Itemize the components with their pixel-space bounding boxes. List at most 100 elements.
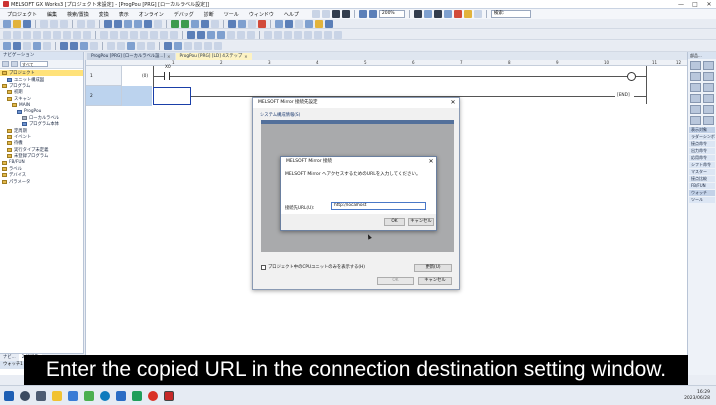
toolbar-icon[interactable] <box>197 30 205 39</box>
toolbar-icon[interactable] <box>154 19 162 28</box>
toolbar-icon[interactable] <box>204 42 212 50</box>
ladder-part-icon[interactable] <box>703 61 714 70</box>
falling-pulse-icon[interactable] <box>110 30 118 39</box>
toolbar-icon[interactable] <box>324 30 332 39</box>
close-tab-icon[interactable]: ✕ <box>167 53 170 60</box>
toolbar-icon[interactable] <box>315 19 323 28</box>
parts-category-item[interactable]: ツール <box>689 196 715 204</box>
parts-category-item[interactable]: 接点命令 <box>689 140 715 148</box>
toolbar-icon[interactable] <box>423 10 432 18</box>
toolbar-icon[interactable] <box>433 10 442 18</box>
undo-icon[interactable] <box>77 19 85 28</box>
update-button[interactable]: 更新(U) <box>414 264 452 272</box>
inner-ok-button[interactable]: OK <box>384 218 405 226</box>
task-view-icon[interactable] <box>36 390 46 401</box>
start-icon[interactable] <box>4 390 14 401</box>
parallel-closed-contact-icon[interactable] <box>33 30 41 39</box>
parts-category-item[interactable]: 応用命令 <box>689 154 715 162</box>
toolbar-icon[interactable] <box>473 10 482 18</box>
menu-find-replace[interactable]: 検索/置換 <box>62 11 94 18</box>
toolbar-icon[interactable] <box>120 30 128 39</box>
nav-filter-icon[interactable] <box>11 61 18 67</box>
toolbar-icon[interactable] <box>124 19 132 28</box>
toolbar-icon[interactable] <box>443 10 452 18</box>
toolbar-icon[interactable] <box>217 30 225 39</box>
ladder-part-icon[interactable] <box>703 72 714 81</box>
outer-ok-button[interactable]: OK <box>377 277 414 285</box>
toolbar-icon[interactable] <box>304 30 312 39</box>
app-icon[interactable] <box>132 390 142 401</box>
toolbar-icon[interactable] <box>274 30 282 39</box>
vertical-line-icon[interactable] <box>73 30 81 39</box>
maximize-button[interactable]: □ <box>688 0 702 9</box>
ladder-part-icon[interactable] <box>690 105 701 114</box>
toolbar-icon[interactable] <box>43 42 51 50</box>
close-tab-icon[interactable]: ✕ <box>244 53 247 60</box>
toolbar-icon[interactable] <box>174 42 182 50</box>
copy-icon[interactable] <box>50 19 58 28</box>
toolbar-icon[interactable] <box>23 42 31 50</box>
open-contact-icon[interactable] <box>3 30 11 39</box>
menu-diagnostics[interactable]: 診断 <box>199 11 219 18</box>
browser-icon[interactable] <box>100 390 110 401</box>
parts-category-item[interactable]: ウォッチ <box>689 189 715 197</box>
coil-icon[interactable] <box>43 30 51 39</box>
toolbar-icon[interactable] <box>160 30 168 39</box>
app-icon[interactable] <box>84 390 94 401</box>
menu-view[interactable]: 表示 <box>114 11 134 18</box>
mail-icon[interactable] <box>116 390 126 401</box>
toolbar-icon[interactable] <box>314 30 322 39</box>
toolbar-icon[interactable] <box>341 10 350 18</box>
parts-category-item[interactable]: FB/FUN <box>689 182 715 190</box>
gx-works-icon[interactable] <box>164 390 174 401</box>
toolbar-icon[interactable] <box>227 30 235 39</box>
ladder-part-icon[interactable] <box>703 105 714 114</box>
closed-contact-icon[interactable] <box>13 30 21 39</box>
toolbar-icon[interactable] <box>127 42 135 50</box>
rung-number[interactable]: 2 <box>86 86 122 106</box>
toolbar-icon[interactable] <box>130 30 138 39</box>
toolbar-icon[interactable] <box>248 19 256 28</box>
toolbar-icon[interactable] <box>228 19 236 28</box>
toolbar-icon[interactable] <box>463 10 472 18</box>
ladder-part-icon[interactable] <box>690 61 701 70</box>
tab-local-label[interactable]: ProgPou [PRG] [ローカルラベル設...] ✕ <box>87 53 175 60</box>
tree-item[interactable]: パラメータ <box>0 179 83 185</box>
toolbar-icon[interactable] <box>33 42 41 50</box>
toolbar-icon[interactable] <box>413 10 422 18</box>
toolbar-icon[interactable] <box>3 42 11 50</box>
nav-view-icon[interactable] <box>2 61 9 67</box>
open-project-icon[interactable] <box>13 19 21 28</box>
toolbar-icon[interactable] <box>264 30 272 39</box>
menu-tool[interactable]: ツール <box>219 11 244 18</box>
toolbar-icon[interactable] <box>237 30 245 39</box>
redo-icon[interactable] <box>87 19 95 28</box>
toolbar-icon[interactable] <box>147 42 155 50</box>
toolbar-icon[interactable] <box>13 42 21 50</box>
save-project-icon[interactable] <box>23 19 31 28</box>
close-dialog-icon[interactable]: ✕ <box>426 157 436 166</box>
toolbar-icon[interactable] <box>114 19 122 28</box>
toolbar-icon[interactable] <box>325 19 333 28</box>
toolbar-icon[interactable] <box>275 19 283 28</box>
ladder-part-icon[interactable] <box>690 116 701 125</box>
url-input[interactable]: http://localhost <box>331 202 426 210</box>
toolbar-icon[interactable] <box>187 30 195 39</box>
toolbar-icon[interactable] <box>181 19 189 28</box>
file-explorer-icon[interactable] <box>52 390 62 401</box>
cut-icon[interactable] <box>40 19 48 28</box>
toolbar-icon[interactable] <box>164 42 172 50</box>
toolbar-icon[interactable] <box>90 42 98 50</box>
toolbar-icon[interactable] <box>201 19 209 28</box>
ladder-part-icon[interactable] <box>703 116 714 125</box>
parts-category-item[interactable]: 出力命令 <box>689 147 715 155</box>
ladder-part-icon[interactable] <box>703 83 714 92</box>
zoom-select[interactable]: 200% <box>378 10 405 18</box>
toolbar-icon[interactable] <box>60 42 68 50</box>
app-icon[interactable] <box>148 390 158 401</box>
menu-debug[interactable]: デバッグ <box>169 11 199 18</box>
system-clock[interactable]: 16:29 2023/06/28 <box>684 390 710 402</box>
cpu-only-checkbox-row[interactable]: プロジェクト中のCPUユニットのみを表示する(H) <box>261 264 365 270</box>
toolbar-icon[interactable] <box>334 30 342 39</box>
parallel-open-contact-icon[interactable] <box>23 30 31 39</box>
